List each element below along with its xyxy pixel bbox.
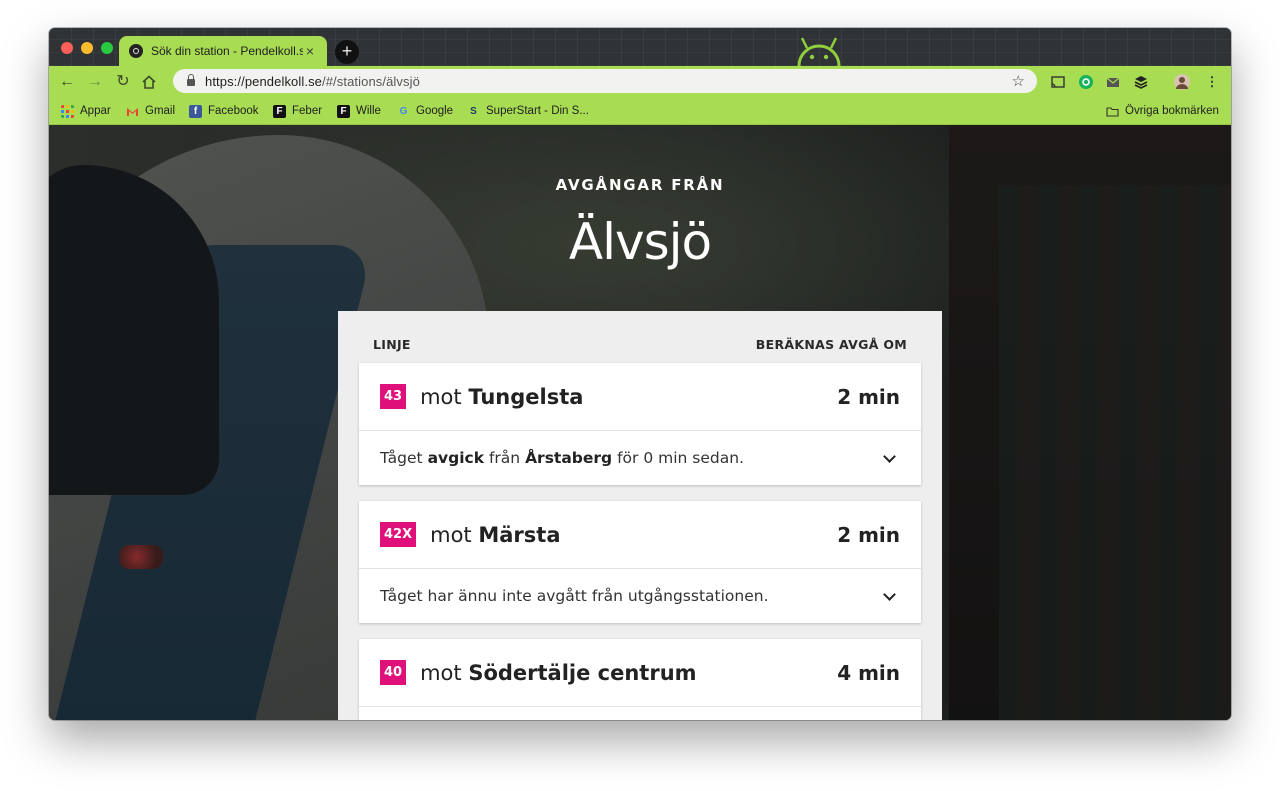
bookmark-label: Gmail: [145, 105, 176, 117]
departure-summary[interactable]: 42X mot Märsta 2 min: [359, 501, 921, 569]
close-window-button[interactable]: [61, 42, 73, 54]
chevron-down-icon[interactable]: [883, 587, 896, 601]
departure-summary[interactable]: 40 mot Södertälje centrum 4 min: [359, 639, 921, 707]
browser-window: Sök din station - Pendelkoll.se × + ← → …: [49, 28, 1231, 720]
departure-detail[interactable]: Tåget har ännu inte avgått från utgångss…: [359, 569, 921, 623]
browser-toolbar: ← → ↻ https://pendelkoll.se/#/stations/ä…: [49, 66, 1231, 98]
page-kicker: AVGÅNGAR FRÅN: [555, 176, 725, 194]
departure-column-header: BERÄKNAS AVGÅ OM: [755, 337, 907, 352]
grammar-extension-icon[interactable]: [1077, 73, 1095, 91]
gmail-icon: [127, 107, 138, 116]
address-bar[interactable]: https://pendelkoll.se/#/stations/älvsjö …: [173, 69, 1037, 93]
bookmarks-bar: Appar Gmail f Facebook F Feber F Wille G…: [49, 98, 1231, 125]
departure-destination: mot Tungelsta: [420, 384, 584, 409]
other-bookmarks-folder[interactable]: Övriga bokmärken: [1106, 102, 1219, 120]
tab-strip: Sök din station - Pendelkoll.se × +: [49, 28, 1231, 66]
superstart-icon: S: [470, 105, 477, 117]
line-badge: 40: [380, 660, 407, 685]
bookmark-gmail[interactable]: Gmail: [126, 102, 175, 120]
departure-status-text: Tåget avgick från Årstaberg för 0 min se…: [380, 449, 744, 467]
bookmark-label: Google: [416, 105, 454, 117]
android-theme-icon: [797, 37, 841, 66]
zoom-window-button[interactable]: [101, 42, 113, 54]
mail-icon[interactable]: [1104, 73, 1122, 91]
bookmark-star-icon[interactable]: ☆: [1012, 72, 1025, 90]
tab-close-icon[interactable]: ×: [303, 43, 317, 59]
bookmark-google[interactable]: G Google: [397, 102, 453, 120]
web-page: AVGÅNGAR FRÅN Älvsjö LINJE BERÄKNAS AVGÅ…: [49, 125, 1231, 720]
bookmark-label: Wille: [356, 105, 381, 117]
bookmark-superstart[interactable]: S SuperStart - Din S...: [467, 102, 589, 120]
chevron-down-icon[interactable]: [883, 449, 896, 463]
bookmark-wille[interactable]: F Wille: [337, 102, 381, 120]
facebook-icon: f: [189, 104, 202, 118]
apps-grid-icon: [61, 104, 74, 118]
browser-tab[interactable]: Sök din station - Pendelkoll.se ×: [119, 36, 327, 66]
profile-avatar-icon[interactable]: [1173, 73, 1191, 91]
station-title: Älvsjö: [568, 213, 712, 271]
line-column-header: LINJE: [373, 337, 411, 352]
bookmark-facebook[interactable]: f Facebook: [189, 102, 259, 120]
forward-arrow-icon[interactable]: →: [83, 71, 107, 93]
bookmark-feber[interactable]: F Feber: [273, 102, 322, 120]
feber-icon: F: [273, 104, 286, 118]
new-tab-button[interactable]: +: [335, 40, 359, 64]
departures-header: LINJE BERÄKNAS AVGÅ OM: [373, 337, 907, 352]
bookmark-label: Facebook: [208, 105, 259, 117]
tab-title: Sök din station - Pendelkoll.se: [151, 44, 303, 58]
line-badge: 42X: [380, 522, 417, 547]
cast-icon[interactable]: [1049, 73, 1067, 91]
departure-destination: mot Märsta: [430, 522, 561, 547]
lock-icon: [187, 74, 195, 86]
url-text[interactable]: https://pendelkoll.se/#/stations/älvsjö: [205, 74, 1012, 89]
departure-eta: 4 min: [837, 660, 900, 685]
home-icon[interactable]: [141, 75, 157, 89]
buffer-layers-icon[interactable]: [1132, 73, 1150, 91]
folder-icon: [1106, 106, 1119, 117]
bookmark-apps[interactable]: Appar: [61, 102, 111, 120]
wille-icon: F: [337, 104, 350, 118]
site-favicon-icon: [129, 44, 143, 58]
departure-card[interactable]: 42X mot Märsta 2 min Tåget har ännu inte…: [359, 501, 921, 623]
line-badge: 43: [380, 384, 407, 409]
bookmark-label: SuperStart - Din S...: [486, 105, 589, 117]
departure-card[interactable]: 40 mot Södertälje centrum 4 min: [359, 639, 921, 720]
departure-detail[interactable]: Tåget avgick från Årstaberg för 0 min se…: [359, 431, 921, 485]
browser-menu-icon[interactable]: ⋮: [1203, 73, 1221, 91]
departure-summary[interactable]: 43 mot Tungelsta 2 min: [359, 363, 921, 431]
google-icon: G: [399, 105, 408, 117]
departures-panel: LINJE BERÄKNAS AVGÅ OM 43 mot Tungelsta …: [338, 311, 942, 720]
departure-status-text: Tåget har ännu inte avgått från utgångss…: [380, 587, 769, 605]
other-bookmarks-label: Övriga bokmärken: [1125, 105, 1219, 117]
departure-eta: 2 min: [837, 522, 900, 547]
minimize-window-button[interactable]: [81, 42, 93, 54]
departure-card[interactable]: 43 mot Tungelsta 2 min Tåget avgick från…: [359, 363, 921, 485]
bookmark-label: Feber: [292, 105, 323, 117]
departure-destination: mot Södertälje centrum: [420, 660, 697, 685]
departure-eta: 2 min: [837, 384, 900, 409]
back-arrow-icon[interactable]: ←: [55, 71, 79, 93]
reload-icon[interactable]: ↻: [111, 71, 135, 93]
bookmark-label: Appar: [80, 105, 111, 117]
url-path: /#/stations/älvsjö: [322, 73, 420, 89]
url-host: https://pendelkoll.se: [205, 73, 323, 89]
